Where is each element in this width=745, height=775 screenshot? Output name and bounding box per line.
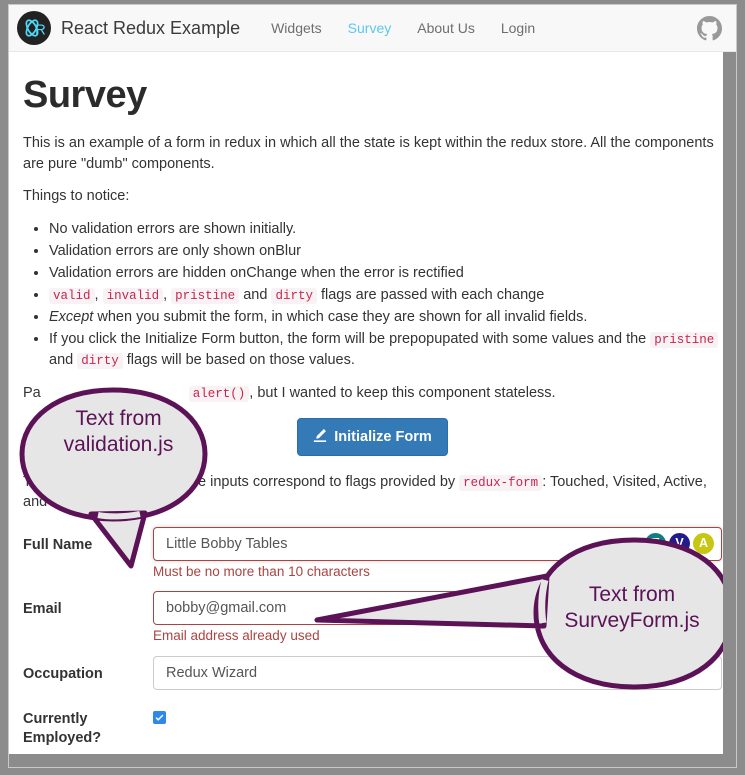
list-item: Validation errors are hidden onChange wh… (49, 263, 722, 284)
occupation-field-col (153, 656, 722, 699)
full-name-field-col: T V A Must be no more than 10 characters (153, 526, 722, 590)
email-label: Email (23, 601, 62, 618)
text-head: The (23, 473, 48, 490)
text-head: If you click the Initialize Form button,… (49, 330, 647, 347)
form-row-full-name: Full Name T V A Must be no more than 10 … (23, 526, 722, 590)
nav-links: Widgets Survey About Us Login (258, 20, 548, 36)
survey-form: Full Name T V A Must be no more than 10 … (23, 526, 722, 767)
code-redux-form: redux-form (459, 474, 543, 491)
sep: , (163, 286, 168, 303)
list-item: Except when you submit the form, in whic… (49, 307, 722, 328)
full-name-input[interactable] (153, 526, 722, 561)
vertical-scrollbar[interactable] (723, 52, 736, 767)
notice-list: No validation errors are shown initially… (23, 219, 722, 371)
employed-field-col (153, 701, 722, 727)
brand-title[interactable]: React Redux Example (61, 18, 240, 39)
code-alert: alert() (188, 385, 250, 402)
pencil-icon (313, 428, 327, 446)
form-row-employed: Currently Employed? (23, 701, 722, 748)
code-dirty: dirty (271, 287, 317, 304)
code-invalid: invalid (102, 287, 164, 304)
alert-paragraph: Pa alert(), but I wanted to keep this com… (23, 383, 722, 404)
text-tail: flags are passed with each change (320, 286, 545, 303)
code-dirty: dirty (77, 352, 123, 369)
text-tail: when you submit the form, in which case … (97, 308, 588, 325)
active-badge: A (693, 532, 714, 554)
full-name-label: Full Name (23, 536, 93, 553)
flag-badges: T V A (645, 532, 714, 554)
page-title: Survey (23, 74, 147, 116)
initialize-form-button[interactable]: Initialize Form (297, 417, 448, 456)
svg-text:R: R (35, 22, 46, 39)
sep: , (94, 286, 99, 303)
github-icon[interactable] (697, 15, 722, 41)
email-field-col: Email address already used (153, 591, 722, 654)
emphasis-except: Except (49, 308, 94, 325)
touched-badge: T (645, 532, 666, 554)
occupation-label: Occupation (23, 666, 103, 683)
list-item: valid, invalid, pristine and dirty flags… (49, 285, 722, 306)
text-tail: , but I wanted to keep this component st… (249, 384, 556, 401)
email-input[interactable] (153, 591, 722, 626)
navbar: R React Redux Example Widgets Survey Abo… (9, 5, 736, 52)
nav-link-about-us[interactable]: About Us (404, 20, 488, 36)
text-tail: flags will be based on those values. (126, 351, 355, 368)
list-item: If you click the Initialize Form button,… (49, 329, 722, 371)
employed-checkbox[interactable] (153, 709, 166, 727)
checkmark-icon (155, 709, 164, 727)
page-frame: R React Redux Example Widgets Survey Abo… (8, 4, 737, 768)
full-name-error: Must be no more than 10 characters (153, 563, 370, 579)
code-valid: valid (49, 287, 95, 304)
code-pristine: pristine (650, 331, 719, 348)
employed-label: Currently Employed? (23, 711, 102, 746)
page-content: Survey This is an example of a form in r… (9, 52, 736, 767)
things-to-notice-label: Things to notice: (23, 188, 130, 205)
nav-link-login[interactable]: Login (488, 20, 548, 36)
form-row-email: Email Email address already used (23, 591, 722, 654)
occupation-input[interactable] (153, 656, 722, 691)
text-and: and (243, 286, 268, 303)
text-and: and (49, 351, 74, 368)
text-mid: e inputs correspond to flags provided by (198, 473, 456, 490)
horizontal-scrollbar[interactable] (9, 754, 736, 767)
code-pristine: pristine (171, 287, 240, 304)
list-item: No validation errors are shown initially… (49, 219, 722, 240)
list-item: Validation errors are only shown onBlur (49, 241, 722, 262)
nav-link-widgets[interactable]: Widgets (258, 20, 335, 36)
init-form-row: Initialize Form (23, 417, 722, 456)
react-logo-icon[interactable]: R (17, 11, 51, 45)
intro-paragraph: This is an example of a form in redux in… (23, 135, 714, 172)
flags-paragraph: The e inputs correspond to flags provided… (23, 472, 722, 513)
form-row-occupation: Occupation (23, 656, 722, 699)
text-head: Pa (23, 384, 41, 401)
browser-window: R React Redux Example Widgets Survey Abo… (0, 0, 745, 775)
nav-link-survey[interactable]: Survey (335, 20, 405, 36)
email-error: Email address already used (153, 628, 320, 644)
initialize-form-label: Initialize Form (334, 428, 432, 445)
visited-badge: V (669, 532, 690, 554)
